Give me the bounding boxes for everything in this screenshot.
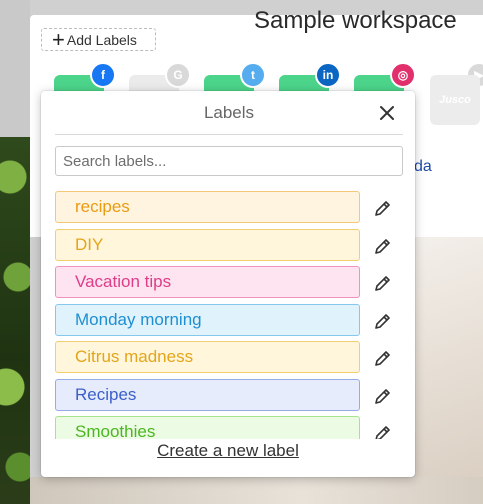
backdrop-panel (0, 0, 30, 137)
pencil-icon (375, 426, 390, 439)
pencil-icon (375, 276, 390, 291)
close-icon (380, 106, 394, 120)
pencil-icon (375, 238, 390, 254)
close-button[interactable] (377, 103, 397, 123)
background-photo-limes (0, 137, 30, 504)
label-tag[interactable]: Vacation tips (55, 266, 360, 298)
label-row: DIY (55, 228, 405, 261)
labels-list: recipes DIY Vacation tips Monday morning Cit… (55, 191, 405, 439)
pencil-icon (375, 388, 390, 404)
edit-label-button[interactable] (373, 236, 393, 256)
instagram-icon: ◎ (390, 62, 416, 88)
edit-label-button[interactable] (373, 348, 393, 368)
edit-label-button[interactable] (373, 423, 393, 439)
edit-label-button[interactable] (373, 273, 393, 293)
label-row: recipes (55, 191, 405, 223)
labels-popover: Labels recipes DIY Vacation tips Monday mor… (41, 91, 415, 477)
workspace-link-partial[interactable]: da (414, 158, 432, 176)
pencil-icon (375, 351, 390, 366)
popover-header: Labels (55, 91, 403, 135)
label-tag[interactable]: recipes (55, 191, 360, 223)
plus-icon: + (52, 26, 65, 52)
add-labels-button[interactable]: + Add Labels (41, 28, 156, 51)
twitter-icon: t (240, 62, 266, 88)
search-labels-input[interactable] (55, 146, 403, 176)
background-photo-bottom (30, 477, 483, 504)
label-row: Smoothies (55, 416, 405, 439)
linkedin-icon: in (315, 62, 341, 88)
facebook-icon: f (90, 62, 116, 88)
background-photo-right (415, 237, 483, 504)
workspace-title: Sample workspace (254, 7, 457, 34)
pencil-icon (375, 313, 390, 329)
pencil-icon (375, 201, 390, 216)
label-row: Vacation tips (55, 266, 405, 298)
label-tag[interactable]: DIY (55, 228, 360, 261)
jusco-logo[interactable]: Jusco (430, 75, 480, 125)
label-tag[interactable]: Smoothies (55, 416, 360, 439)
edit-label-button[interactable] (373, 311, 393, 331)
label-tag[interactable]: Monday morning (55, 303, 360, 336)
label-row: Recipes (55, 378, 405, 411)
create-new-label-link[interactable]: Create a new label (41, 441, 415, 461)
edit-label-button[interactable] (373, 198, 393, 218)
label-row: Monday morning (55, 303, 405, 336)
add-labels-label: Add Labels (66, 31, 137, 48)
label-tag[interactable]: Recipes (55, 378, 360, 411)
edit-label-button[interactable] (373, 386, 393, 406)
label-tag[interactable]: Citrus madness (55, 341, 360, 373)
google-icon: G (165, 62, 191, 88)
popover-title: Labels (203, 103, 255, 122)
label-row: Citrus madness (55, 341, 405, 373)
